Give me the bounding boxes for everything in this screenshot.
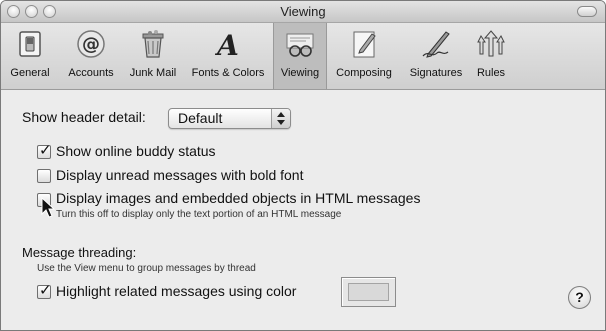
rules-arrows-icon xyxy=(477,30,505,57)
trash-can-icon xyxy=(142,30,164,58)
highlight-color-well[interactable] xyxy=(341,277,396,307)
pen-signature-icon xyxy=(422,31,450,58)
preferences-window: Viewing General @ Accounts Junk Mail A F… xyxy=(0,0,606,331)
tab-rules-label: Rules xyxy=(476,67,506,79)
tab-signatures[interactable]: Signatures xyxy=(401,23,471,89)
mouse-pointer-icon xyxy=(41,197,56,218)
tab-fonts-colors[interactable]: A Fonts & Colors xyxy=(183,23,273,89)
title-bar[interactable]: Viewing xyxy=(1,1,605,23)
updown-arrows-icon xyxy=(271,109,290,128)
tab-viewing[interactable]: Viewing xyxy=(273,23,327,89)
help-button[interactable]: ? xyxy=(568,286,591,309)
header-detail-select[interactable]: Default xyxy=(168,108,291,129)
threading-hint: Use the View menu to group messages by t… xyxy=(37,263,256,274)
bold-unread-label: Display unread messages with bold font xyxy=(56,167,304,183)
svg-text:A: A xyxy=(214,29,239,60)
highlight-color-swatch xyxy=(348,283,389,301)
header-detail-value: Default xyxy=(178,110,223,126)
header-detail-label: Show header detail: xyxy=(22,109,146,125)
pencil-paper-icon xyxy=(353,31,376,58)
tab-composing[interactable]: Composing xyxy=(327,23,401,89)
svg-text:@: @ xyxy=(82,34,100,55)
tab-fonts-colors-label: Fonts & Colors xyxy=(191,67,265,79)
tab-accounts-label: Accounts xyxy=(68,67,114,79)
tab-viewing-label: Viewing xyxy=(280,67,320,79)
font-letter-a-icon: A xyxy=(214,29,239,60)
display-images-hint: Turn this off to display only the text p… xyxy=(56,209,342,220)
window-title: Viewing xyxy=(280,4,326,19)
glasses-icon xyxy=(286,33,314,57)
tab-rules[interactable]: Rules xyxy=(471,23,511,89)
display-images-label: Display images and embedded objects in H… xyxy=(56,190,421,206)
viewing-pane: Show header detail: Default ✓ Show onlin… xyxy=(1,90,605,330)
tab-general-label: General xyxy=(10,67,50,79)
tab-junk-mail-label: Junk Mail xyxy=(129,67,177,79)
highlight-related-checkbox[interactable]: ✓ xyxy=(37,282,52,299)
tab-junk-mail[interactable]: Junk Mail xyxy=(123,23,183,89)
checkmark-icon: ✓ xyxy=(39,282,52,299)
bold-unread-checkbox[interactable] xyxy=(37,169,51,183)
highlight-related-label: Highlight related messages using color xyxy=(56,283,297,299)
tab-accounts[interactable]: @ Accounts xyxy=(59,23,123,89)
tab-composing-label: Composing xyxy=(336,67,392,79)
show-buddy-status-label: Show online buddy status xyxy=(56,143,216,159)
tab-signatures-label: Signatures xyxy=(409,67,463,79)
tab-general[interactable]: General xyxy=(1,23,59,89)
toolbar-toggle-button[interactable] xyxy=(577,6,597,17)
show-buddy-status-checkbox[interactable]: ✓ xyxy=(37,142,52,159)
preferences-toolbar: General @ Accounts Junk Mail A Fonts & C… xyxy=(1,23,605,90)
checkmark-icon: ✓ xyxy=(39,142,52,159)
general-switch-icon xyxy=(19,31,41,57)
threading-heading: Message threading: xyxy=(22,245,137,260)
at-sign-icon: @ xyxy=(77,30,105,58)
